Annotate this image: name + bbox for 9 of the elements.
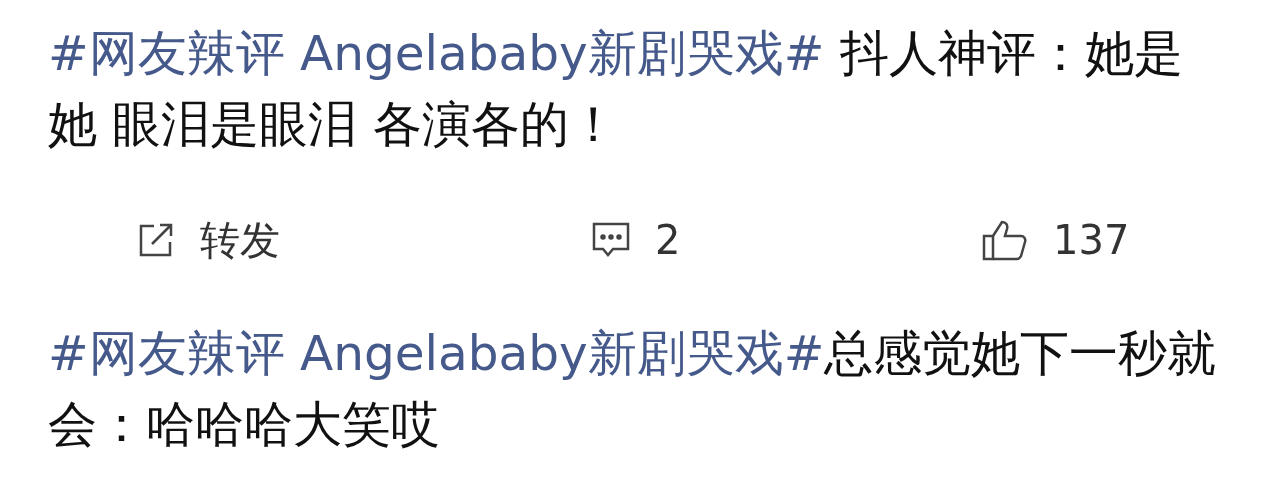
comment-button[interactable]: 2 (591, 217, 981, 263)
post-text: #网友辣评 Angelababy新剧哭戏#总感觉她下一秒就会：哈哈哈大笑哎 (48, 324, 1218, 454)
post-text: #网友辣评 Angelababy新剧哭戏# 抖人神评：她是她 眼泪是眼泪 各演各的！ (48, 24, 1184, 154)
hashtag-link[interactable]: #网友辣评 Angelababy新剧哭戏# (48, 325, 825, 381)
repost-button[interactable]: 转发 (136, 212, 591, 268)
hashtag-link[interactable]: #网友辣评 Angelababy新剧哭戏# (48, 25, 825, 81)
comment-icon (591, 221, 631, 259)
thumbs-up-icon (981, 218, 1029, 262)
like-button[interactable]: 137 (981, 217, 1130, 263)
